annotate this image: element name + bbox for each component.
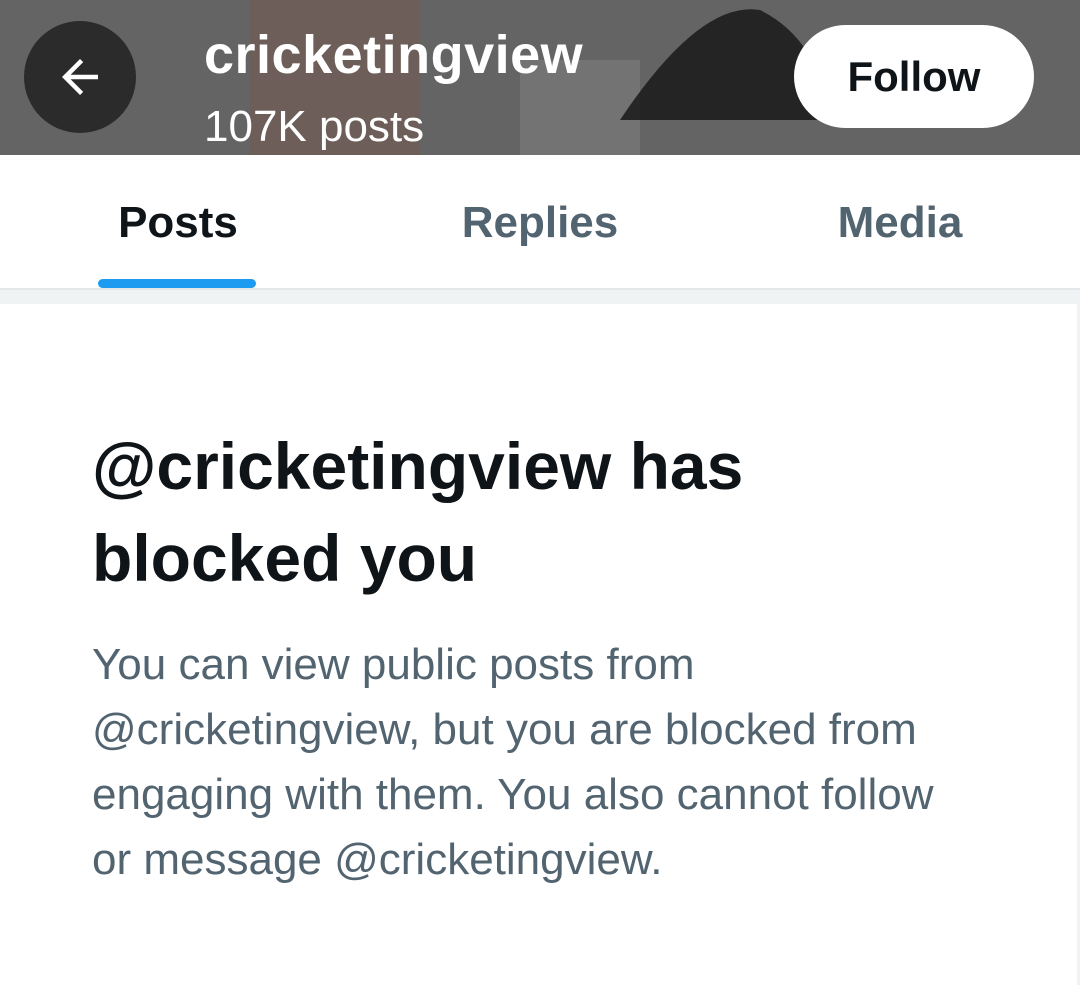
post-count: 107K posts: [204, 102, 425, 151]
tab-media[interactable]: Media: [800, 155, 1000, 290]
profile-name: cricketingview: [204, 25, 584, 85]
arrow-left-icon: [62, 59, 98, 95]
follow-button[interactable]: Follow: [794, 25, 1034, 128]
tab-replies[interactable]: Replies: [420, 155, 660, 290]
back-button[interactable]: [24, 21, 136, 133]
blocked-title: @cricketingview has blocked you: [92, 429, 744, 595]
active-tab-indicator: [98, 279, 256, 288]
blocked-description: You can view public posts from @cricketi…: [92, 640, 934, 884]
tabs-divider: [0, 288, 1080, 304]
profile-header: cricketingview 107K posts Follow: [0, 0, 1080, 155]
profile-tabs: Posts Replies Media: [0, 155, 1080, 290]
tab-posts[interactable]: Posts: [60, 155, 296, 290]
